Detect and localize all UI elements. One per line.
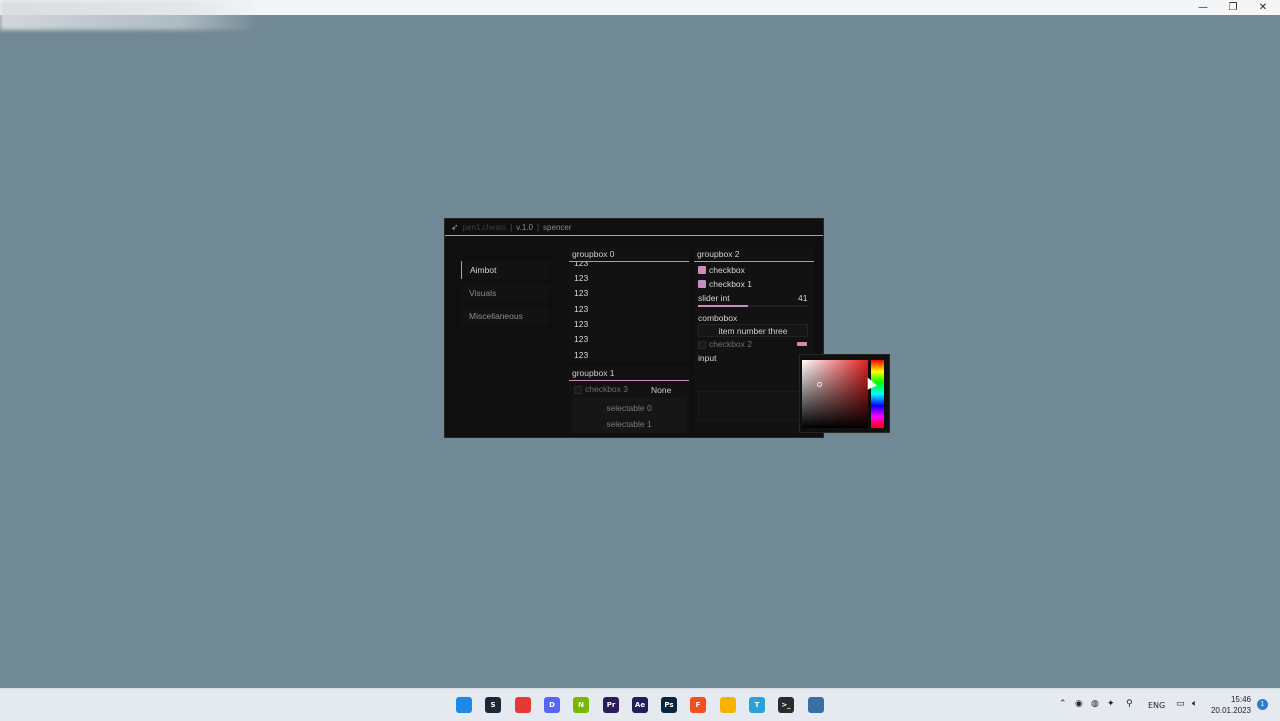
clock-date: 20.01.2023 [1210,706,1251,715]
slider-value: 41 [798,293,808,303]
tab-miscellaneous[interactable]: Miscellaneous [461,307,549,325]
figma-icon[interactable]: F [690,697,706,713]
checkbox[interactable] [698,266,706,274]
selectable-list[interactable]: selectable 0 selectable 1 [573,398,685,433]
clock-time: 15:46 [1230,695,1251,704]
groupbox-0[interactable]: groupbox 0 123 123 123 123 123 123 123 [569,247,689,361]
saturation-value-area[interactable] [802,360,868,428]
network-tray-icon[interactable]: ◍ [1091,699,1099,709]
input-label: input [698,353,717,363]
cheat-menu-window: ➶ pen1.cheats | v.1.0 | spencer Aimbot V… [444,218,824,438]
close-button[interactable]: ✕ [1248,0,1278,15]
chrome-icon[interactable] [515,697,531,713]
menu-version: v.1.0 [516,222,533,232]
groupbox-2[interactable]: groupbox 2 checkbox checkbox 1 slider in… [694,247,814,432]
color-picker-popup[interactable] [799,354,890,433]
telegram-icon[interactable]: T [749,697,765,713]
menu-header[interactable]: ➶ pen1.cheats | v.1.0 | spencer [445,219,823,236]
menu-brand-name: pen1.cheats [462,222,507,232]
checkbox-3[interactable] [574,386,582,394]
slider-label: slider int [698,293,730,303]
premiere-icon[interactable]: Pr [603,697,619,713]
language-indicator[interactable]: ENG [1148,701,1165,710]
minimize-button[interactable]: — [1188,0,1218,15]
tab-label: Aimbot [470,265,497,275]
rocket-icon: ➶ [451,221,459,232]
maximize-button[interactable]: ❐ [1218,0,1248,15]
clock[interactable]: 15:46 20.01.2023 [1211,694,1251,716]
header-separator: | [536,222,540,232]
hue-slider[interactable] [871,360,884,428]
groupbox-1[interactable]: groupbox 1 checkbox 3 None selectable 0 … [569,366,689,433]
list-item: 123 [574,288,589,298]
checkbox-label: checkbox [709,265,745,275]
menu-username: spencer [543,222,572,232]
keybind-value[interactable]: None [651,385,671,395]
list-item: 123 [574,334,589,344]
active-app-icon[interactable] [808,697,824,713]
nvidia-icon[interactable]: N [573,697,589,713]
selectable-item[interactable]: selectable 1 [573,419,685,429]
discord-icon[interactable]: D [544,697,560,713]
combobox-value: item number three [718,325,788,336]
volume-icon[interactable]: 🔈︎ [1192,699,1197,709]
steam-tray-icon[interactable]: ✦ [1107,699,1115,709]
windows-start-icon[interactable] [456,697,472,713]
list-item: 123 [574,273,589,283]
slider-int[interactable] [698,305,808,307]
text-input[interactable] [698,391,808,421]
file-explorer-icon[interactable] [720,697,736,713]
checkbox-1[interactable] [698,280,706,288]
header-separator: | [510,222,513,232]
discord-tray-icon[interactable]: ◉ [1075,699,1083,709]
photoshop-icon[interactable]: Ps [661,697,677,713]
notification-badge[interactable]: 1 [1257,699,1268,710]
groupbox-title: groupbox 2 [694,247,814,262]
slider-fill [698,305,748,307]
checkbox-2[interactable] [698,341,706,349]
terminal-icon[interactable]: >_ [778,697,794,713]
steam-icon[interactable]: S [485,697,501,713]
groupbox-0-list[interactable]: 123 123 123 123 123 123 123 [569,262,689,361]
color-swatch[interactable] [797,342,807,346]
selectable-item[interactable]: selectable 0 [573,403,685,413]
host-window-titlebar: — ❐ ✕ [0,0,1280,30]
list-item: 123 [574,350,589,360]
taskbar: S D N Pr Ae Ps F T >_ ⌃ ◉ ◍ ✦ ⚲ ENG ▭ 🔈︎ 15:46 2… [0,688,1280,721]
after-effects-icon[interactable]: Ae [632,697,648,713]
microphone-icon[interactable]: ⚲ [1126,699,1133,709]
blurred-window-title [0,0,260,30]
tab-label: Visuals [469,288,497,298]
groupbox-title: groupbox 1 [569,366,689,381]
tab-visuals[interactable]: Visuals [461,284,549,302]
checkbox-1-label: checkbox 1 [709,279,752,289]
combobox-label: combobox [698,313,738,323]
list-item: 123 [574,262,589,268]
picker-cursor[interactable] [817,382,822,387]
list-item: 123 [574,319,589,329]
tab-label: Miscellaneous [469,311,523,321]
wifi-icon[interactable]: ▭ [1176,699,1185,709]
show-hidden-icons-icon[interactable]: ⌃ [1059,699,1067,709]
checkbox-2-label: checkbox 2 [709,339,752,349]
tab-aimbot[interactable]: Aimbot [461,261,549,279]
groupbox-title: groupbox 0 [569,247,689,262]
list-item: 123 [574,304,589,314]
combobox[interactable]: item number three [698,324,808,337]
checkbox-3-label: checkbox 3 [585,384,628,394]
